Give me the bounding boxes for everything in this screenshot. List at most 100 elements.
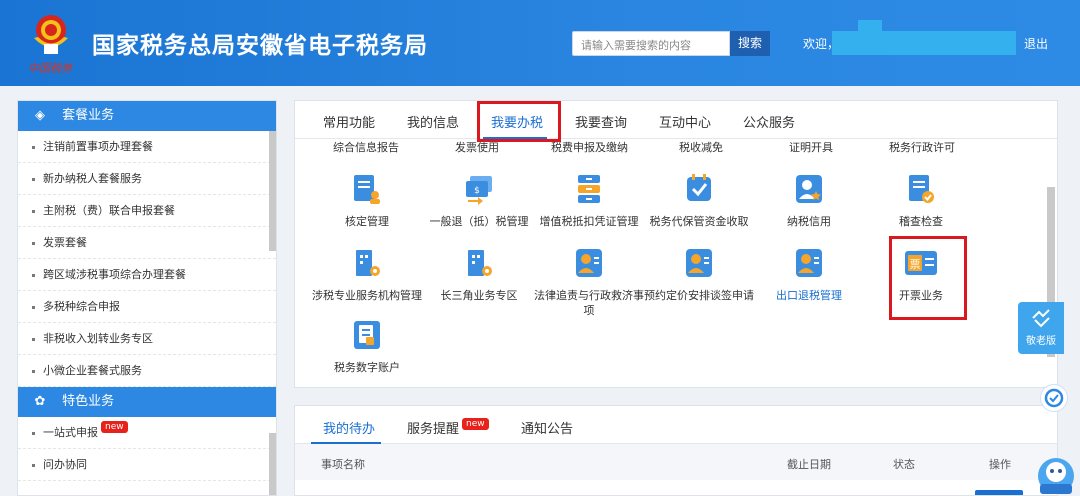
tab-my-todo[interactable]: 我的待办	[323, 418, 375, 437]
sidebar-item-label: 新办纳税人套餐服务	[43, 172, 142, 185]
tab-bar: 常用功能 我的信息 我要办税 我要查询 互动中心 公众服务	[295, 101, 1057, 139]
category-label[interactable]: 综合信息报告	[333, 139, 399, 155]
service-item-label: 税务代保管资金收取	[649, 215, 749, 228]
sidebar-section-title: 特色业务	[62, 394, 115, 409]
category-label[interactable]: 证明开具	[789, 139, 833, 155]
sidebar-item[interactable]: 主附税（费）联合申报套餐	[18, 195, 276, 227]
card-refund-icon: $	[466, 176, 492, 205]
document-check-icon	[909, 175, 934, 203]
service-item-label: 增值税抵扣凭证管理	[539, 215, 639, 228]
category-label[interactable]: 税收减免	[679, 139, 723, 155]
service-item-label: 长三角业务专区	[440, 289, 518, 302]
sidebar-item-label: 主附税（费）联合申报套餐	[43, 204, 175, 217]
column-header-status: 状态	[893, 458, 915, 471]
category-label[interactable]: 税务行政许可	[889, 139, 955, 155]
service-item-legal-relief[interactable]: 法律追责与行政救济事项	[533, 247, 645, 318]
service-item-credit[interactable]: 纳税信用	[753, 173, 865, 229]
tab-service-reminder[interactable]: 服务提醒 new	[407, 418, 489, 437]
sidebar-item-label: 小微企业套餐式服务	[43, 364, 142, 377]
row-action-button[interactable]	[975, 490, 1023, 495]
bullet-icon	[32, 337, 35, 341]
service-item-vat-deduction[interactable]: 增值税抵扣凭证管理	[533, 173, 645, 229]
bullet-icon	[32, 273, 35, 277]
search-button[interactable]: 搜索	[730, 31, 770, 56]
new-badge: new	[462, 418, 489, 430]
check-box-icon	[687, 174, 711, 201]
service-item-custody-funds[interactable]: 税务代保管资金收取	[643, 173, 755, 229]
bullet-icon	[32, 241, 35, 245]
sidebar-section-header[interactable]: ◈ 套餐业务	[18, 101, 276, 131]
todo-panel: 我的待办 服务提醒 new 通知公告 事项名称 截止日期 状态 操作	[294, 405, 1058, 496]
column-header-name: 事项名称	[321, 458, 365, 471]
sidebar-item-label: 跨区域涉税事项综合办理套餐	[43, 268, 186, 281]
service-item-yangtze-delta[interactable]: 长三角业务专区	[423, 247, 535, 303]
site-header: 中国税务 国家税务总局安徽省电子税务局 请输入需要搜索的内容 搜索 欢迎， 退出	[0, 0, 1080, 86]
elder-mode-button[interactable]: 敬老版	[1018, 302, 1064, 354]
sidebar-scrollbar[interactable]	[269, 433, 276, 495]
username-mask	[832, 31, 1016, 55]
logout-link[interactable]: 退出	[1024, 35, 1048, 52]
layers-icon: ◈	[35, 108, 45, 123]
service-item-label: 核定管理	[345, 215, 389, 228]
sidebar-item[interactable]: 注销前置事项办理套餐	[18, 131, 276, 163]
sidebar-item[interactable]: 问办协同	[18, 449, 276, 481]
building-gear-icon	[468, 250, 492, 276]
highlight-box	[477, 101, 561, 142]
tab-notices[interactable]: 通知公告	[521, 418, 573, 437]
sidebar-scrollbar[interactable]	[269, 131, 276, 251]
sidebar-item[interactable]: 一站式申报 new	[18, 417, 276, 449]
tab-public-service[interactable]: 公众服务	[743, 112, 795, 131]
table-header: 事项名称 截止日期 状态 操作	[295, 444, 1057, 480]
seal-text: 中国税务	[28, 62, 72, 75]
service-item-digital-account[interactable]: 税务数字账户	[311, 319, 423, 375]
sidebar-item[interactable]: 发票套餐	[18, 227, 276, 259]
tab-my-info[interactable]: 我的信息	[407, 112, 459, 131]
tab-interaction[interactable]: 互动中心	[659, 112, 711, 131]
username-mask	[858, 20, 882, 31]
tab-query[interactable]: 我要查询	[575, 112, 627, 131]
services-panel: 常用功能 我的信息 我要办税 我要查询 互动中心 公众服务 综合信息报告 发票使…	[294, 100, 1058, 388]
service-item-assessment[interactable]: 核定管理	[311, 173, 423, 229]
tax-emblem-icon	[34, 15, 68, 54]
person-card-icon	[686, 249, 712, 277]
sidebar-item[interactable]: 跨区域涉税事项综合办理套餐	[18, 259, 276, 291]
service-item-inspection[interactable]: 稽查检查	[865, 173, 977, 229]
service-item-apa-application[interactable]: 预约定价安排谈签申请	[643, 247, 755, 303]
clover-icon: ✿	[34, 394, 46, 409]
bullet-icon	[32, 369, 35, 373]
person-card-icon	[576, 249, 602, 277]
sidebar-item[interactable]: 非税收入划转业务专区	[18, 323, 276, 355]
sidebar-item[interactable]: 新办纳税人套餐服务	[18, 163, 276, 195]
service-item-export-refund[interactable]: 出口退税管理	[753, 247, 865, 303]
service-item-label: 法律追责与行政救济事项	[534, 289, 644, 317]
tab-common[interactable]: 常用功能	[323, 112, 375, 131]
sidebar-item-label: 注销前置事项办理套餐	[43, 140, 153, 153]
sidebar-item[interactable]: 小微企业套餐式服务	[18, 355, 276, 387]
highlight-box	[889, 236, 967, 320]
sidebar-section-header[interactable]: ✿ 特色业务	[18, 387, 276, 417]
chat-icon	[1044, 388, 1064, 408]
document-person-icon	[354, 175, 380, 204]
sidebar-item-label: 一站式申报	[43, 426, 98, 439]
sidebar-section-title: 套餐业务	[62, 108, 115, 123]
column-header-deadline: 截止日期	[787, 458, 831, 471]
search-input[interactable]: 请输入需要搜索的内容	[572, 31, 730, 56]
elder-mode-label: 敬老版	[1026, 336, 1056, 347]
bullet-icon	[32, 305, 35, 309]
service-item-refund[interactable]: $ 一般退（抵）税管理	[423, 173, 535, 229]
category-label[interactable]: 发票使用	[455, 139, 499, 155]
sidebar-item[interactable]: 多税种综合申报	[18, 291, 276, 323]
category-label[interactable]: 税费申报及缴纳	[551, 139, 628, 155]
bullet-icon	[32, 431, 35, 435]
bullet-icon	[32, 177, 35, 181]
cabinet-icon	[578, 175, 600, 203]
sidebar-item-label: 发票套餐	[43, 236, 87, 249]
assistant-robot-icon[interactable]	[1034, 446, 1078, 496]
tab-label: 服务提醒	[407, 422, 460, 437]
chat-float-button[interactable]	[1040, 384, 1068, 412]
site-title: 国家税务总局安徽省电子税务局	[92, 33, 428, 59]
service-item-agency-management[interactable]: 涉税专业服务机构管理	[311, 247, 423, 303]
person-star-icon	[796, 175, 822, 203]
service-item-label: 涉税专业服务机构管理	[312, 289, 422, 302]
service-item-label: 一般退（抵）税管理	[429, 215, 529, 228]
